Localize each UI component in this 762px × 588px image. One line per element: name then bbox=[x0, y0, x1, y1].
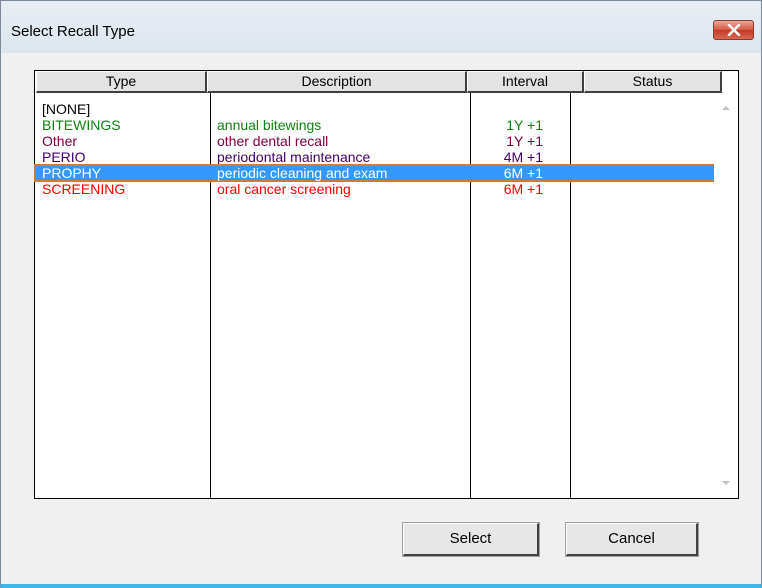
cell-description: periodontal maintenance bbox=[217, 149, 371, 165]
select-recall-type-dialog: Select Recall Type Type Description Inte… bbox=[0, 0, 762, 588]
cell-type: PERIO bbox=[42, 149, 86, 165]
column-header-description[interactable]: Description bbox=[207, 71, 467, 93]
vertical-scrollbar[interactable] bbox=[714, 93, 738, 498]
cell-description: oral cancer screening bbox=[217, 181, 351, 197]
table-row[interactable]: PERIO periodontal maintenance 4M +1 bbox=[35, 149, 715, 165]
table-row[interactable]: Other other dental recall 1Y +1 bbox=[35, 133, 715, 149]
close-icon bbox=[727, 24, 740, 36]
window-title: Select Recall Type bbox=[11, 23, 135, 40]
cancel-button[interactable]: Cancel bbox=[565, 522, 699, 557]
cell-type: [NONE] bbox=[42, 101, 91, 117]
cell-interval: 6M +1 bbox=[503, 165, 543, 181]
cell-interval: 1Y +1 bbox=[506, 117, 543, 133]
cell-description: other dental recall bbox=[217, 133, 329, 149]
list-rows: [NONE] BITEWINGS annual bitewings 1Y +1 Othe… bbox=[34, 101, 716, 197]
scroll-up-arrow-icon[interactable] bbox=[714, 99, 738, 117]
cell-interval: 1Y +1 bbox=[506, 133, 543, 149]
cell-description: annual bitewings bbox=[217, 117, 322, 133]
list-header: Type Description Interval Status bbox=[35, 71, 738, 93]
cell-interval: 6M +1 bbox=[503, 181, 543, 197]
table-row[interactable]: SCREENING oral cancer screening 6M +1 bbox=[35, 181, 715, 197]
close-button[interactable] bbox=[713, 20, 754, 40]
cell-type: Other bbox=[42, 133, 78, 149]
column-header-type[interactable]: Type bbox=[36, 71, 207, 93]
column-header-interval[interactable]: Interval bbox=[467, 71, 584, 93]
title-bar[interactable]: Select Recall Type bbox=[1, 1, 761, 53]
cell-interval: 4M +1 bbox=[503, 149, 543, 165]
column-header-status[interactable]: Status bbox=[584, 71, 722, 93]
table-row[interactable]: [NONE] bbox=[35, 101, 715, 117]
table-row[interactable]: PROPHY periodic cleaning and exam 6M +1 bbox=[34, 164, 716, 182]
table-row[interactable]: BITEWINGS annual bitewings 1Y +1 bbox=[35, 117, 715, 133]
select-button[interactable]: Select bbox=[402, 522, 540, 557]
cell-type: BITEWINGS bbox=[42, 117, 121, 133]
cell-type: SCREENING bbox=[42, 181, 126, 197]
cell-description: periodic cleaning and exam bbox=[217, 165, 388, 181]
scroll-down-arrow-icon[interactable] bbox=[714, 474, 738, 492]
cell-type: PROPHY bbox=[42, 165, 102, 181]
recall-type-list[interactable]: Type Description Interval Status [NONE] B… bbox=[34, 70, 739, 499]
